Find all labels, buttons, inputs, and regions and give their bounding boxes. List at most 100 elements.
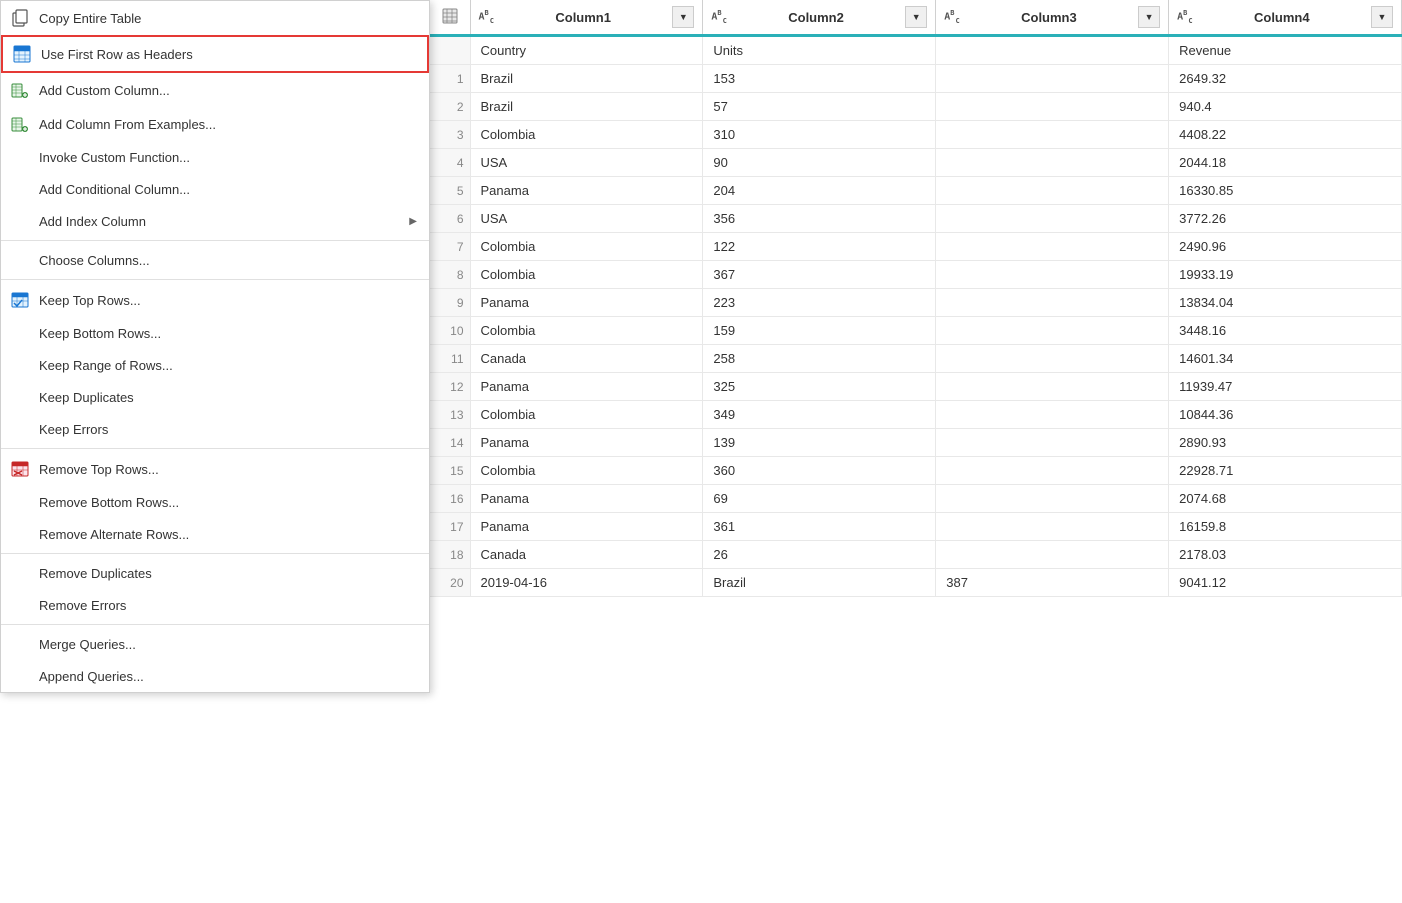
table-cell: 2890.93 (1169, 429, 1402, 457)
copy-icon (9, 7, 31, 29)
col-dropdown-col2[interactable]: ▼ (905, 6, 927, 28)
menu-item-copy-table[interactable]: Copy Entire Table (1, 1, 429, 35)
table-cell: Colombia (470, 317, 703, 345)
menu-item-label: Remove Bottom Rows... (39, 495, 417, 510)
table-row: CountryUnitsRevenue (430, 36, 1402, 65)
table-cell: 153 (703, 65, 936, 93)
menu-item-add-col-examples[interactable]: Add Column From Examples... (1, 107, 429, 141)
menu-item-keep-bottom-rows[interactable]: Keep Bottom Rows... (1, 317, 429, 349)
menu-item-add-index-col[interactable]: Add Index Column▶ (1, 205, 429, 237)
menu-item-merge-queries[interactable]: Merge Queries... (1, 628, 429, 660)
col-name-col4: Column4 (1199, 10, 1365, 25)
table-row: 4USA902044.18 (430, 149, 1402, 177)
table-row: 10Colombia1593448.16 (430, 317, 1402, 345)
row-number: 13 (430, 401, 470, 429)
menu-item-label: Keep Range of Rows... (39, 358, 417, 373)
menu-item-invoke-custom-fn[interactable]: Invoke Custom Function... (1, 141, 429, 173)
menu-item-label: Keep Duplicates (39, 390, 417, 405)
row-number: 5 (430, 177, 470, 205)
row-number: 18 (430, 541, 470, 569)
menu-item-label: Merge Queries... (39, 637, 417, 652)
menu-separator (1, 240, 429, 241)
table-row: 2Brazil57940.4 (430, 93, 1402, 121)
row-number: 14 (430, 429, 470, 457)
menu-item-label: Keep Bottom Rows... (39, 326, 417, 341)
menu-item-label: Add Custom Column... (39, 83, 417, 98)
row-number: 3 (430, 121, 470, 149)
column-header-col3: ABC Column3 ▼ (936, 0, 1169, 36)
table-cell: USA (470, 149, 703, 177)
table-cell: Revenue (1169, 36, 1402, 65)
menu-item-add-conditional-col[interactable]: Add Conditional Column... (1, 173, 429, 205)
table-cell: 3772.26 (1169, 205, 1402, 233)
menu-item-label: Add Column From Examples... (39, 117, 417, 132)
table-cell (936, 93, 1169, 121)
table-cell: 258 (703, 345, 936, 373)
table-cell: 940.4 (1169, 93, 1402, 121)
col-name-col3: Column3 (966, 10, 1132, 25)
table-corner (430, 0, 470, 36)
menu-item-remove-bottom-rows[interactable]: Remove Bottom Rows... (1, 486, 429, 518)
menu-item-keep-errors[interactable]: Keep Errors (1, 413, 429, 445)
table-row: 6USA3563772.26 (430, 205, 1402, 233)
row-number: 11 (430, 345, 470, 373)
table-cell: 2044.18 (1169, 149, 1402, 177)
table-cell: 325 (703, 373, 936, 401)
table-row: 9Panama22313834.04 (430, 289, 1402, 317)
table-cell: Canada (470, 345, 703, 373)
row-number: 8 (430, 261, 470, 289)
menu-item-choose-cols[interactable]: Choose Columns... (1, 244, 429, 276)
row-number: 12 (430, 373, 470, 401)
col-dropdown-col4[interactable]: ▼ (1371, 6, 1393, 28)
table-cell: 2490.96 (1169, 233, 1402, 261)
menu-item-keep-top-rows[interactable]: Keep Top Rows... (1, 283, 429, 317)
table-cell (936, 233, 1169, 261)
menu-item-label: Remove Duplicates (39, 566, 417, 581)
row-number: 20 (430, 569, 470, 597)
table-cell: Country (470, 36, 703, 65)
table-cell: Panama (470, 373, 703, 401)
row-number: 2 (430, 93, 470, 121)
menu-item-label: Copy Entire Table (39, 11, 417, 26)
menu-item-remove-errors[interactable]: Remove Errors (1, 589, 429, 621)
col-dropdown-col1[interactable]: ▼ (672, 6, 694, 28)
table-cell (936, 205, 1169, 233)
table-cell: Panama (470, 485, 703, 513)
table-cell: 122 (703, 233, 936, 261)
table-cell: Colombia (470, 121, 703, 149)
table-cell (936, 429, 1169, 457)
menu-item-remove-top-rows[interactable]: Remove Top Rows... (1, 452, 429, 486)
table-cell: 90 (703, 149, 936, 177)
menu-item-use-first-row[interactable]: Use First Row as Headers (1, 35, 429, 73)
table-cell: 57 (703, 93, 936, 121)
table-row: 16Panama692074.68 (430, 485, 1402, 513)
context-menu: Copy Entire Table Use First Row as Heade… (0, 0, 430, 693)
menu-item-keep-duplicates[interactable]: Keep Duplicates (1, 381, 429, 413)
menu-item-remove-duplicates[interactable]: Remove Duplicates (1, 557, 429, 589)
table-cell: 361 (703, 513, 936, 541)
menu-item-remove-alternate-rows[interactable]: Remove Alternate Rows... (1, 518, 429, 550)
menu-separator (1, 448, 429, 449)
row-number: 7 (430, 233, 470, 261)
table-cell (936, 317, 1169, 345)
column-header-col4: ABC Column4 ▼ (1169, 0, 1402, 36)
table-cell: 13834.04 (1169, 289, 1402, 317)
col-type-icon: ABC (1177, 9, 1192, 24)
table-cell: 69 (703, 485, 936, 513)
menu-item-append-queries[interactable]: Append Queries... (1, 660, 429, 692)
menu-item-add-custom-col[interactable]: Add Custom Column... (1, 73, 429, 107)
table-cell (936, 261, 1169, 289)
table-cell: Brazil (470, 65, 703, 93)
table-cell (936, 513, 1169, 541)
table-row: 15Colombia36022928.71 (430, 457, 1402, 485)
table-cell: 16159.8 (1169, 513, 1402, 541)
data-table: ABC Column1 ▼ ABC Column2 ▼ ABC Column3 … (430, 0, 1402, 597)
menu-separator (1, 624, 429, 625)
col-dropdown-col3[interactable]: ▼ (1138, 6, 1160, 28)
table-cell: 10844.36 (1169, 401, 1402, 429)
table-cell: Colombia (470, 233, 703, 261)
table-cell: Panama (470, 429, 703, 457)
table-cell (936, 149, 1169, 177)
table-cell: Colombia (470, 457, 703, 485)
menu-item-keep-range-rows[interactable]: Keep Range of Rows... (1, 349, 429, 381)
